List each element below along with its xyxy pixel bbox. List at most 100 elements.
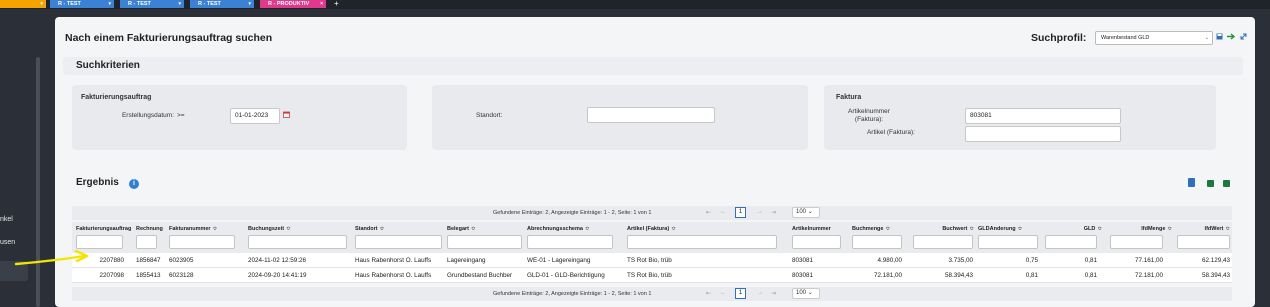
column-header-buchmenge[interactable]: Buchmenge ≎ <box>852 226 912 232</box>
last-page-icon[interactable]: ⇥ <box>771 290 776 297</box>
cell-standort: Haus Rabenhorst O. Lauffs <box>355 272 432 279</box>
column-label: Buchungszeit <box>248 226 285 232</box>
chevron-down-icon[interactable]: ▾ <box>178 0 181 8</box>
prev-page-icon[interactable]: ← <box>720 209 726 215</box>
page-number[interactable]: 1 <box>735 207 746 218</box>
artikelnummer-input[interactable]: 803081 <box>965 108 1121 124</box>
sort-icon[interactable]: ≎ <box>969 226 974 232</box>
column-header-buchungszeit[interactable]: Buchungszeit ≎ <box>248 226 348 232</box>
column-header-buchwert[interactable]: Buchwert ≎ <box>924 226 974 232</box>
sidebar-scrollbar[interactable] <box>36 57 40 307</box>
card-title: Fakturierungsauftrag <box>81 94 152 101</box>
sort-icon[interactable]: ≎ <box>1167 226 1172 232</box>
close-icon[interactable]: × <box>320 0 323 8</box>
standort-input[interactable] <box>587 107 715 123</box>
filter-input-artikelnummer[interactable] <box>792 235 841 249</box>
column-header-lfdwert[interactable]: lfdWert ≎ <box>1182 226 1230 232</box>
info-icon[interactable]: i <box>129 179 139 189</box>
filter-input-fakturanummer[interactable] <box>169 235 235 249</box>
tab-r-test-2[interactable]: R - TEST ▾ <box>120 0 184 8</box>
column-label: lfdWert <box>1204 226 1224 232</box>
arrow-right-icon[interactable] <box>1227 33 1236 42</box>
date-operator: >= <box>177 112 185 119</box>
column-header-standort[interactable]: Standort ≎ <box>355 226 445 232</box>
search-profile-value: Warenbestand GLD <box>1101 35 1150 41</box>
sort-icon[interactable]: ≎ <box>1018 226 1023 232</box>
filter-input-buchungszeit[interactable] <box>248 235 347 249</box>
sidebar-item-label[interactable]: nkel <box>0 216 13 223</box>
date-input[interactable]: 01-01-2023 <box>230 108 280 124</box>
table-row[interactable]: 2207880 1856847 6023905 2024-11-02 12:59… <box>72 253 1232 268</box>
search-criteria-header: Suchkriterien <box>63 57 1243 75</box>
filter-input-artikel[interactable] <box>627 235 777 249</box>
column-header-lfdmenge[interactable]: lfdMenge ≎ <box>1122 226 1172 232</box>
sort-icon[interactable]: ≎ <box>286 226 291 232</box>
sort-icon[interactable]: ≎ <box>471 226 476 232</box>
filter-input-gldaenderung[interactable] <box>978 235 1038 249</box>
excel-export-all-icon[interactable] <box>1223 180 1230 187</box>
column-header-abrechnungsschema[interactable]: Abrechnungsschema ≎ <box>527 226 622 232</box>
cell-fakturanummer: 6023905 <box>169 257 194 264</box>
chevron-down-icon[interactable]: ▾ <box>40 0 43 8</box>
sort-icon[interactable]: ≎ <box>1097 226 1102 232</box>
tab-r-test-1[interactable]: R - TEST ▾ <box>50 0 114 8</box>
tab-orange[interactable]: ▾ <box>0 0 46 8</box>
column-header-fakturierungsauftrag[interactable]: Fakturierungsauftrag <box>76 226 134 232</box>
column-label: GLD <box>1083 226 1096 232</box>
sidebar-item-label[interactable]: usen <box>0 239 15 246</box>
add-tab-button[interactable]: + <box>334 0 339 8</box>
filter-input-lfdmenge[interactable] <box>1110 235 1163 249</box>
last-page-icon[interactable]: ⇥ <box>771 209 776 216</box>
filter-input-lfdwert[interactable] <box>1177 235 1230 249</box>
chevron-down-icon[interactable]: ▾ <box>108 0 111 8</box>
column-label: Buchwert <box>942 226 968 232</box>
column-header-gldaenderung[interactable]: GLDÄnderung ≎ <box>978 226 1038 232</box>
filter-input-fakturierungsauftrag[interactable] <box>76 235 123 249</box>
cell-belegart: Grundbestand Buchber <box>447 272 513 279</box>
artikel-input[interactable] <box>965 126 1121 142</box>
column-header-belegart[interactable]: Belegart ≎ <box>447 226 522 232</box>
filter-input-gld[interactable] <box>1045 235 1097 249</box>
filter-input-buchwert[interactable] <box>913 235 973 249</box>
filter-input-rechnung[interactable] <box>136 235 157 249</box>
sort-icon[interactable]: ≎ <box>885 226 890 232</box>
first-page-icon[interactable]: ⇤ <box>706 290 711 297</box>
next-page-icon[interactable]: → <box>757 209 763 215</box>
expand-icon[interactable] <box>1240 33 1247 42</box>
column-header-rechnung[interactable]: Rechnung <box>136 226 166 232</box>
sort-icon[interactable]: ≎ <box>585 226 590 232</box>
page-number[interactable]: 1 <box>735 288 746 299</box>
page-size-select[interactable]: 100 ⌄ <box>792 207 820 218</box>
chevron-down-icon: ⌄ <box>807 209 813 215</box>
sort-icon[interactable]: ≎ <box>671 226 676 232</box>
table-row[interactable]: 2207098 1855413 6023128 2024-09-20 14:41… <box>72 268 1232 283</box>
column-header-gld[interactable]: GLD ≎ <box>1062 226 1102 232</box>
prev-page-icon[interactable]: ← <box>720 290 726 296</box>
column-header-artikelnummer[interactable]: Artikelnummer <box>792 226 840 232</box>
chevron-down-icon[interactable]: ▾ <box>248 0 251 8</box>
filter-input-standort[interactable] <box>355 235 442 249</box>
save-icon[interactable] <box>1216 33 1223 42</box>
cell-gld: 0,81 <box>1084 257 1097 264</box>
filter-input-buchmenge[interactable] <box>852 235 902 249</box>
calendar-icon[interactable] <box>283 111 290 120</box>
column-label: Fakturanummer <box>169 226 211 232</box>
filter-input-abrechnungsschema[interactable] <box>527 235 613 249</box>
search-profile-select[interactable]: Warenbestand GLD ⌄ <box>1095 31 1213 45</box>
tab-r-produktiv[interactable]: R - PRODUKTIV × <box>260 0 326 8</box>
sort-icon[interactable]: ≎ <box>1225 226 1230 232</box>
sort-icon[interactable]: ≎ <box>213 226 218 232</box>
page-size-select[interactable]: 100 ⌄ <box>792 288 820 299</box>
sort-icon[interactable]: ≎ <box>380 226 385 232</box>
page-size-value: 100 <box>796 209 807 215</box>
column-header-artikel[interactable]: Artikel (Faktura) ≎ <box>627 226 777 232</box>
column-header-fakturanummer[interactable]: Fakturanummer ≎ <box>169 226 239 232</box>
filter-input-belegart[interactable] <box>447 235 522 249</box>
chevron-down-icon: ⌄ <box>807 290 813 296</box>
next-page-icon[interactable]: → <box>757 290 763 296</box>
excel-export-icon[interactable] <box>1207 180 1214 187</box>
first-page-icon[interactable]: ⇤ <box>706 209 711 216</box>
document-export-icon[interactable] <box>1188 178 1195 187</box>
tab-r-test-3[interactable]: R - TEST ▾ <box>190 0 254 8</box>
artikelnummer-label-line1: Artikelnummer <box>848 108 890 115</box>
